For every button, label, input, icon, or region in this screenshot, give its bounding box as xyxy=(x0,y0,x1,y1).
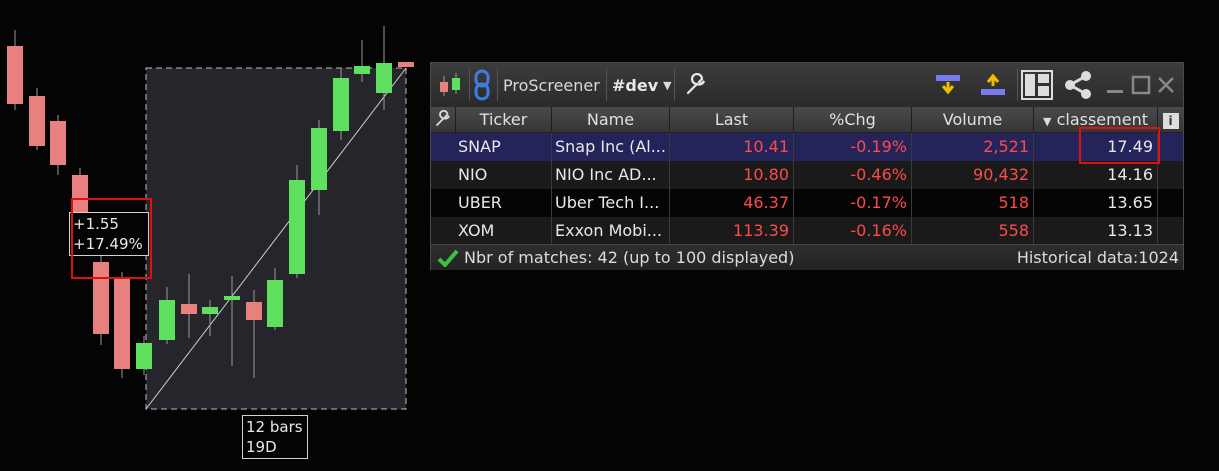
column-volume[interactable]: Volume xyxy=(912,107,1034,132)
info-icon[interactable]: i xyxy=(1158,107,1183,132)
column-settings-icon[interactable] xyxy=(431,107,456,132)
cell-volume: 518 xyxy=(912,189,1034,217)
candle xyxy=(224,296,240,300)
screener-footer: Nbr of matches: 42 (up to 100 displayed)… xyxy=(431,244,1183,270)
list-name: #dev xyxy=(612,75,659,95)
cell-volume: 2,521 xyxy=(912,133,1034,161)
cell-classement: 13.13 xyxy=(1034,217,1158,245)
cell-volume: 90,432 xyxy=(912,161,1034,189)
candle xyxy=(246,302,262,320)
cell-last: 113.39 xyxy=(670,217,794,245)
cell-classement: 14.16 xyxy=(1034,161,1158,189)
cell-chg: -0.16% xyxy=(794,217,912,245)
cell-ticker: SNAP xyxy=(456,133,552,161)
cell-name: Uber Tech I... xyxy=(552,189,670,217)
candle xyxy=(202,307,218,314)
price-chart[interactable] xyxy=(0,0,430,471)
table-row[interactable]: UBER Uber Tech I... 46.37 -0.17% 518 13.65 xyxy=(431,189,1183,217)
cell-name: Exxon Mobi... xyxy=(552,217,670,245)
wrench-icon[interactable] xyxy=(684,63,708,107)
sort-descending-indicator-icon: ▼ xyxy=(1043,115,1052,128)
link-icon[interactable] xyxy=(473,63,495,107)
check-icon xyxy=(437,249,459,274)
table-row[interactable]: SNAP Snap Inc (Al... 10.41 -0.19% 2,521 17.49 xyxy=(431,133,1183,161)
candle xyxy=(376,63,392,93)
share-icon[interactable] xyxy=(1062,63,1096,107)
cell-ticker: UBER xyxy=(456,189,552,217)
historical-data: Historical data:1024 xyxy=(1016,248,1179,267)
cell-chg: -0.17% xyxy=(794,189,912,217)
matches-count: Nbr of matches: 42 (up to 100 displayed) xyxy=(464,248,795,267)
sort-ascending-icon[interactable] xyxy=(979,63,1007,107)
duration-tooltip: 12 bars 19D xyxy=(242,415,308,459)
table-row[interactable]: XOM Exxon Mobi... 113.39 -0.16% 558 13.13 xyxy=(431,217,1183,245)
cell-name: NIO Inc AD... xyxy=(552,161,670,189)
candle xyxy=(398,62,414,67)
candles-icon[interactable] xyxy=(437,63,467,107)
cell-ticker: XOM xyxy=(456,217,552,245)
cell-ticker: NIO xyxy=(456,161,552,189)
cell-last: 10.41 xyxy=(670,133,794,161)
duration-period: 19D xyxy=(246,438,277,456)
highlight-box-percent xyxy=(71,198,152,279)
column-chg[interactable]: %Chg xyxy=(794,107,912,132)
minimize-icon[interactable] xyxy=(1105,63,1125,107)
proscreener-window[interactable]: ProScreener #dev ▼ Ticker Name Last %Chg… xyxy=(430,62,1184,270)
candle xyxy=(267,280,283,327)
layout-icon[interactable] xyxy=(1021,63,1053,107)
chevron-down-icon: ▼ xyxy=(663,78,672,92)
table-row[interactable]: NIO NIO Inc AD... 10.80 -0.46% 90,432 14.16 xyxy=(431,161,1183,189)
cell-last: 10.80 xyxy=(670,161,794,189)
candle xyxy=(29,96,45,146)
column-name[interactable]: Name xyxy=(552,107,670,132)
candle xyxy=(181,304,197,314)
list-selector[interactable]: #dev ▼ xyxy=(612,63,672,107)
close-icon[interactable] xyxy=(1156,63,1176,107)
column-ticker[interactable]: Ticker xyxy=(456,107,552,132)
candle xyxy=(7,46,23,104)
cell-chg: -0.46% xyxy=(794,161,912,189)
cell-last: 46.37 xyxy=(670,189,794,217)
candle xyxy=(289,180,305,274)
maximize-icon[interactable] xyxy=(1131,63,1151,107)
candle xyxy=(136,343,152,369)
cell-volume: 558 xyxy=(912,217,1034,245)
cell-chg: -0.19% xyxy=(794,133,912,161)
highlight-box-classement xyxy=(1079,127,1160,164)
screener-title[interactable]: ProScreener xyxy=(503,63,600,107)
candle xyxy=(354,66,370,74)
candle xyxy=(159,300,175,340)
candle xyxy=(114,279,130,369)
sort-descending-icon[interactable] xyxy=(934,63,962,107)
candle xyxy=(50,121,66,165)
screener-toolbar: ProScreener #dev ▼ xyxy=(431,63,1183,108)
duration-bars: 12 bars xyxy=(246,418,303,436)
candle xyxy=(311,128,327,190)
cell-name: Snap Inc (Al... xyxy=(552,133,670,161)
cell-classement: 13.65 xyxy=(1034,189,1158,217)
table-header: Ticker Name Last %Chg Volume ▼ classemen… xyxy=(431,107,1183,133)
candle xyxy=(333,78,349,131)
column-last[interactable]: Last xyxy=(670,107,794,132)
